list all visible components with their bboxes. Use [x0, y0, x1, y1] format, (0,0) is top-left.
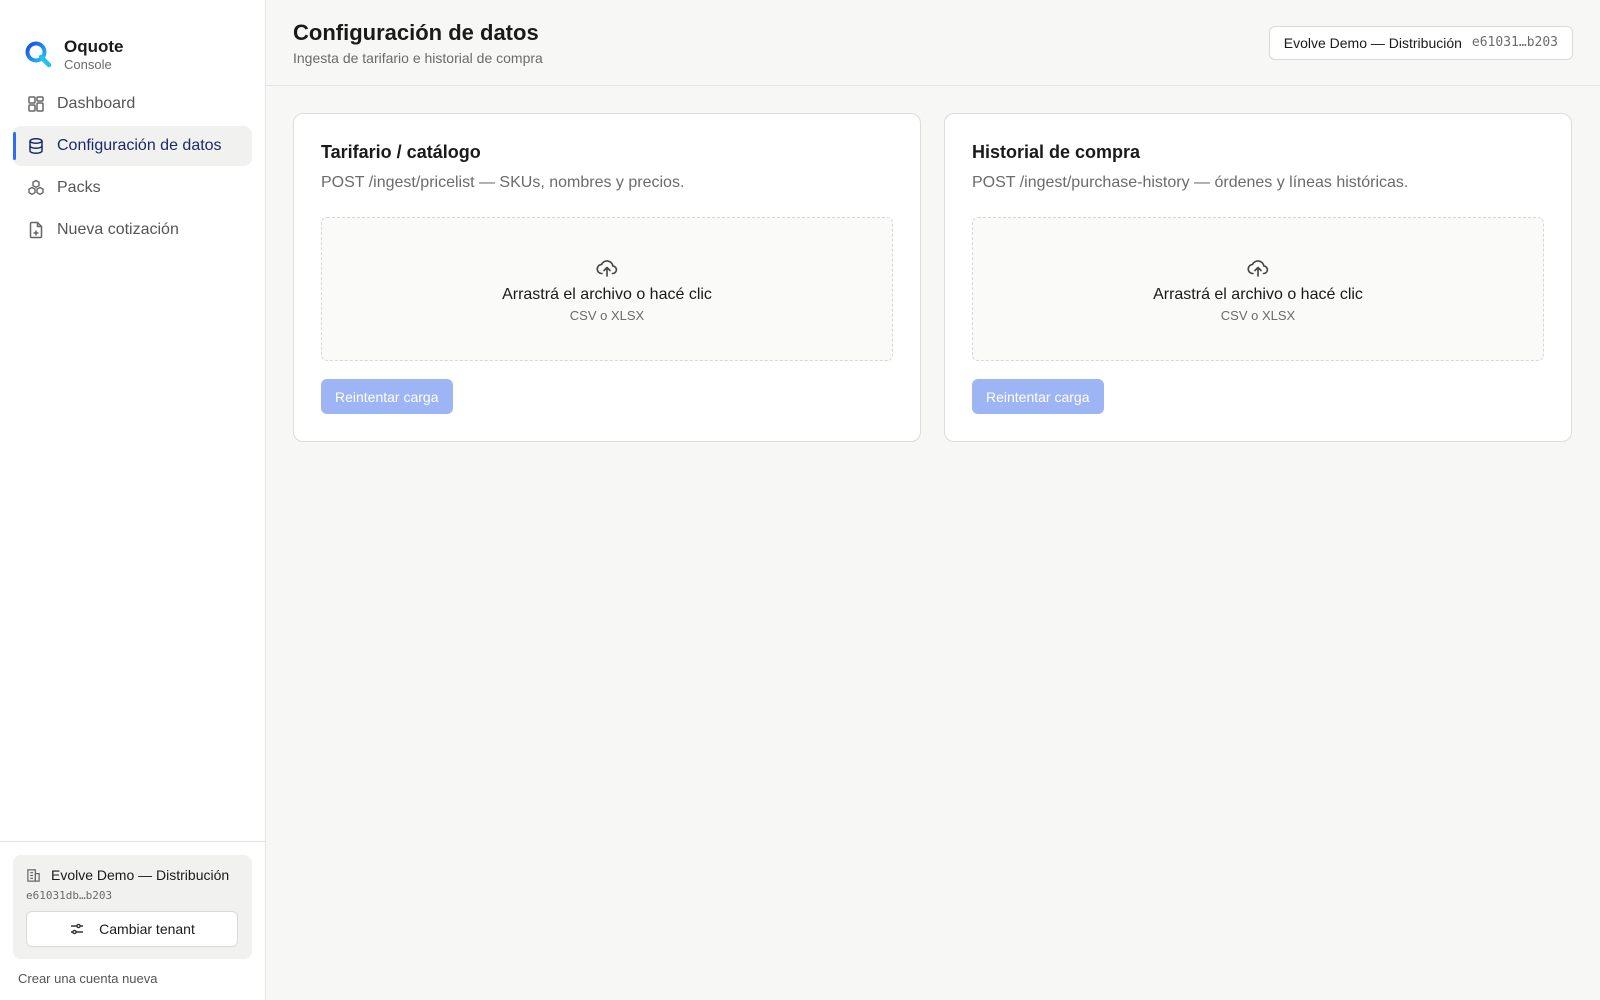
file-plus-icon	[27, 221, 45, 239]
retry-pricelist-button[interactable]: Reintentar carga	[321, 379, 453, 414]
sidebar: Oquote Console Dashboard Configuración d…	[0, 0, 266, 1000]
page-subtitle: Ingesta de tarifario e historial de comp…	[293, 49, 543, 66]
card-title: Tarifario / catálogo	[321, 142, 481, 162]
sidebar-item-label: Dashboard	[57, 95, 136, 112]
brand[interactable]: Oquote Console	[0, 0, 265, 84]
sidebar-item-label: Packs	[57, 179, 101, 196]
tenant-id: e61031db…b203	[26, 889, 113, 902]
page-title: Configuración de datos	[293, 19, 539, 45]
app-root: Oquote Console Dashboard Configuración d…	[0, 0, 1600, 1000]
sidebar-item-new-quote[interactable]: Nueva cotización	[13, 210, 252, 250]
tenant-chip-id: e61031…b203	[1471, 35, 1558, 50]
tenant-panel: Evolve Demo — Distribución e61031db…b203…	[0, 841, 265, 1000]
retry-purchase-history-button[interactable]: Reintentar carga	[972, 379, 1104, 414]
dropzone-title: Arrastrá el archivo o hacé clic	[1153, 285, 1363, 303]
main-area: Configuración de datos Ingesta de tarifa…	[266, 0, 1600, 1000]
dropzone-subtitle: CSV o XLSX	[1220, 307, 1296, 323]
cloud-upload-icon	[596, 259, 618, 277]
create-account-link[interactable]: Crear una cuenta nueva	[13, 971, 252, 986]
sidebar-item-packs[interactable]: Packs	[13, 168, 252, 208]
sidebar-item-label: Nueva cotización	[57, 221, 179, 238]
brand-name: Oquote	[64, 36, 124, 56]
card-title: Historial de compra	[972, 142, 1141, 162]
dropzone-subtitle: CSV o XLSX	[569, 307, 645, 323]
switch-tenant-label: Cambiar tenant	[99, 921, 195, 937]
page-header: Configuración de datos Ingesta de tarifa…	[266, 0, 1600, 86]
purchase-history-dropzone[interactable]: Arrastrá el archivo o hacé clic CSV o XL…	[972, 217, 1544, 361]
logo-icon	[25, 41, 52, 68]
building-icon	[26, 868, 41, 883]
sidebar-item-dashboard[interactable]: Dashboard	[13, 84, 252, 124]
tenant-card: Evolve Demo — Distribución e61031db…b203…	[13, 855, 252, 959]
tenant-name: Evolve Demo — Distribución	[51, 867, 230, 883]
dropzone-title: Arrastrá el archivo o hacé clic	[502, 285, 712, 303]
sidebar-item-label: Configuración de datos	[57, 137, 222, 154]
dashboard-icon	[27, 95, 45, 113]
packs-icon	[27, 179, 45, 197]
pricelist-dropzone[interactable]: Arrastrá el archivo o hacé clic CSV o XL…	[321, 217, 893, 361]
tenant-chip-name: Evolve Demo — Distribución	[1283, 34, 1462, 51]
card-description: POST /ingest/pricelist — SKUs, nombres y…	[321, 174, 685, 191]
brand-subtitle: Console	[64, 56, 112, 72]
sidebar-item-data-config[interactable]: Configuración de datos	[13, 126, 252, 166]
purchase-history-card: Historial de compra POST /ingest/purchas…	[944, 113, 1572, 442]
sliders-icon	[69, 921, 85, 937]
card-description: POST /ingest/purchase-history — órdenes …	[972, 174, 1409, 191]
pricelist-card: Tarifario / catálogo POST /ingest/pricel…	[293, 113, 921, 442]
switch-tenant-button[interactable]: Cambiar tenant	[26, 911, 238, 947]
sidebar-nav: Dashboard Configuración de datos Packs N…	[0, 84, 265, 252]
database-icon	[27, 137, 45, 155]
tenant-chip[interactable]: Evolve Demo — Distribución e61031…b203	[1268, 25, 1573, 60]
content: Tarifario / catálogo POST /ingest/pricel…	[266, 86, 1600, 469]
cloud-upload-icon	[1247, 259, 1269, 277]
